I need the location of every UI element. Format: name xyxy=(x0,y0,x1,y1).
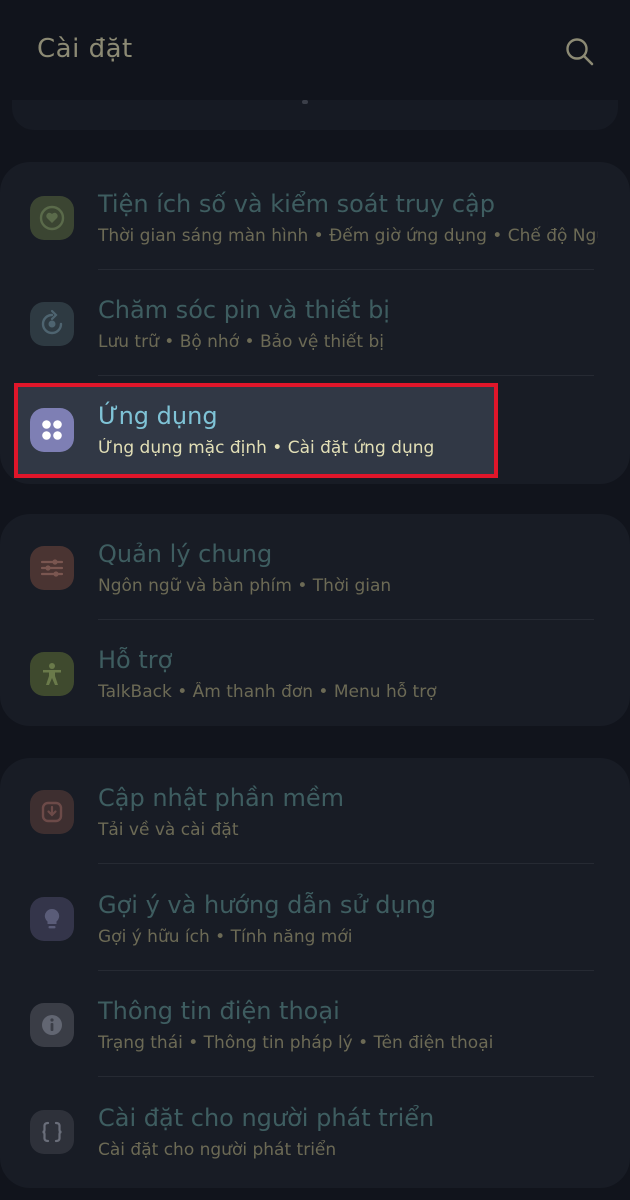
settings-item-apps[interactable]: Ứng dụng Ứng dụng mặc định • Cài đặt ứng… xyxy=(0,376,630,482)
settings-item-accessibility[interactable]: Hỗ trợ TalkBack • Âm thanh đơn • Menu hỗ… xyxy=(0,620,630,726)
settings-item-developer-options[interactable]: Cài đặt cho người phát triển Cài đặt cho… xyxy=(0,1078,630,1184)
settings-item-title: Cài đặt cho người phát triển xyxy=(98,1104,435,1132)
update-icon xyxy=(30,790,74,834)
sliders-icon xyxy=(30,546,74,590)
heart-circle-icon xyxy=(30,196,74,240)
settings-item-title: Cập nhật phần mềm xyxy=(98,784,345,812)
settings-item-general-management[interactable]: Quản lý chung Ngôn ngữ và bàn phím • Thờ… xyxy=(0,514,630,620)
settings-item-about-phone[interactable]: Thông tin điện thoại Trạng thái • Thông … xyxy=(0,971,630,1077)
settings-item-tips[interactable]: Gợi ý và hướng dẫn sử dụng Gợi ý hữu ích… xyxy=(0,865,630,971)
settings-item-subtitle: Lưu trữ • Bộ nhớ • Bảo vệ thiết bị xyxy=(98,332,384,352)
settings-item-subtitle: Ứng dụng mặc định • Cài đặt ứng dụng xyxy=(98,438,435,458)
scroll-indicator xyxy=(302,100,308,104)
previous-card-stub xyxy=(12,100,618,130)
settings-item-title: Gợi ý và hướng dẫn sử dụng xyxy=(98,891,437,919)
settings-item-title: Tiện ích số và kiểm soát truy cập xyxy=(98,190,495,218)
settings-item-subtitle: Cài đặt cho người phát triển xyxy=(98,1140,337,1160)
divider xyxy=(98,863,594,864)
search-icon[interactable] xyxy=(562,34,598,70)
settings-item-subtitle: Trạng thái • Thông tin pháp lý • Tên điệ… xyxy=(98,1033,494,1053)
settings-item-title: Quản lý chung xyxy=(98,540,273,568)
settings-item-title: Thông tin điện thoại xyxy=(98,997,340,1025)
settings-item-subtitle: Tải về và cài đặt xyxy=(98,820,239,840)
settings-group-3: Cập nhật phần mềm Tải về và cài đặt Gợi … xyxy=(0,758,630,1188)
info-icon xyxy=(30,1003,74,1047)
divider xyxy=(98,1076,594,1077)
lightbulb-icon xyxy=(30,897,74,941)
settings-item-battery-care[interactable]: Chăm sóc pin và thiết bị Lưu trữ • Bộ nh… xyxy=(0,270,630,376)
page-title: Cài đặt xyxy=(37,34,133,64)
refresh-cycle-icon xyxy=(30,302,74,346)
settings-item-title: Ứng dụng xyxy=(98,402,218,430)
curly-braces-icon xyxy=(30,1110,74,1154)
settings-item-subtitle: TalkBack • Âm thanh đơn • Menu hỗ trợ xyxy=(98,682,437,702)
settings-item-title: Chăm sóc pin và thiết bị xyxy=(98,296,390,324)
person-accessibility-icon xyxy=(30,652,74,696)
settings-item-subtitle: Ngôn ngữ và bàn phím • Thời gian xyxy=(98,576,392,596)
settings-item-title: Hỗ trợ xyxy=(98,646,173,674)
settings-group-2: Quản lý chung Ngôn ngữ và bàn phím • Thờ… xyxy=(0,514,630,726)
settings-item-subtitle: Gợi ý hữu ích • Tính năng mới xyxy=(98,927,353,947)
settings-item-software-update[interactable]: Cập nhật phần mềm Tải về và cài đặt xyxy=(0,758,630,864)
settings-item-subtitle: Thời gian sáng màn hình • Đếm giờ ứng dụ… xyxy=(98,226,598,246)
four-dots-apps-icon xyxy=(30,408,74,452)
settings-item-digital-wellbeing[interactable]: Tiện ích số và kiểm soát truy cập Thời g… xyxy=(0,164,630,270)
app-header: Cài đặt xyxy=(0,0,630,100)
